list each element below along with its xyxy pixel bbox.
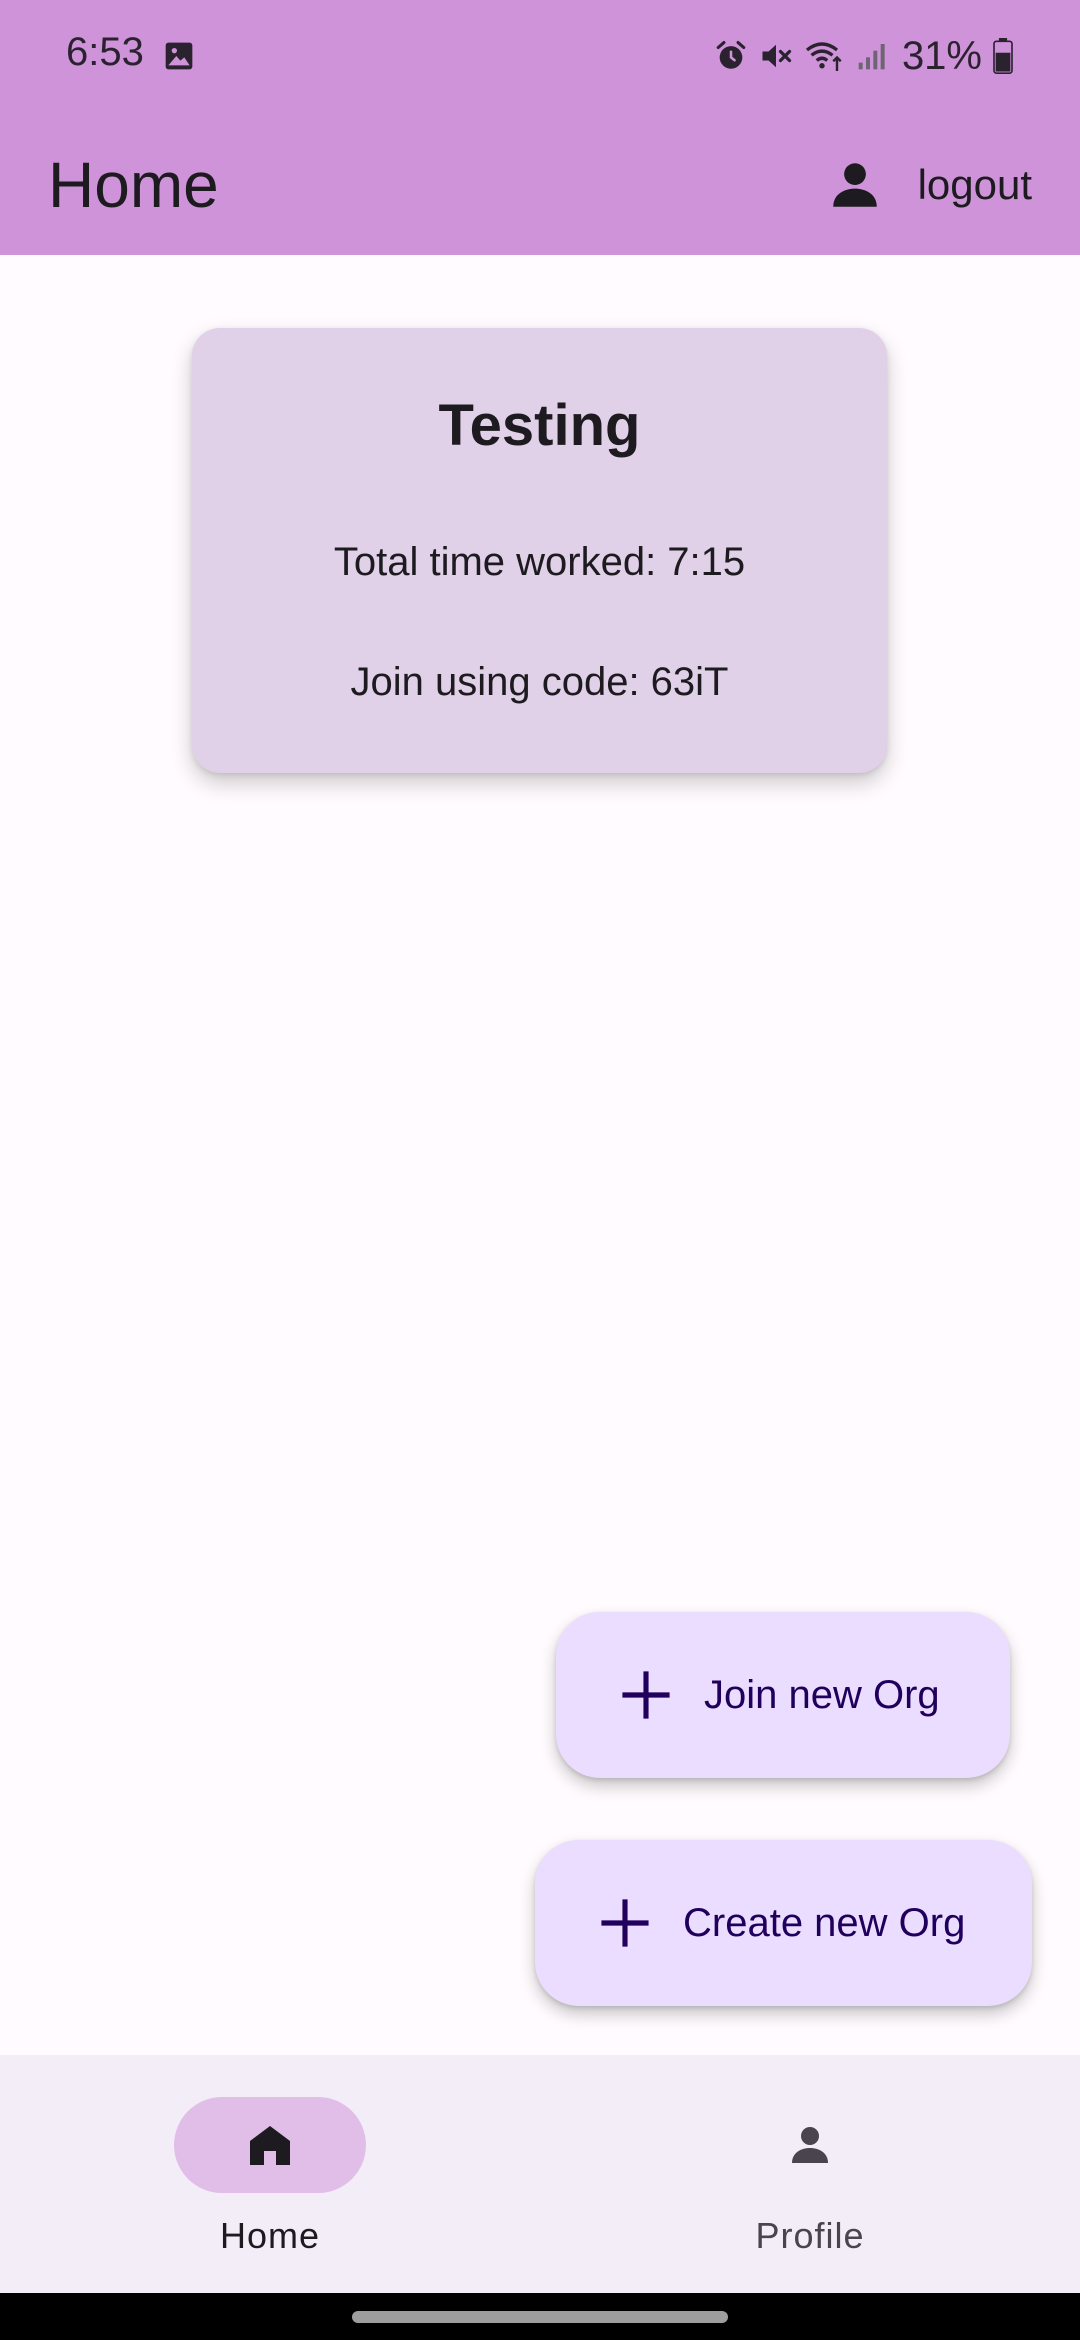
nav-label-home: Home — [219, 2215, 321, 2256]
join-new-org-button[interactable]: Join new Org — [556, 1612, 1010, 1778]
mute-icon — [762, 44, 792, 68]
person-icon — [792, 2127, 828, 2163]
nav-item-profile[interactable]: Profile — [660, 2097, 960, 2257]
status-bar: 6:53 31% — [0, 0, 1080, 115]
join-code: Join using code: 63iT — [350, 660, 729, 704]
nav-item-home[interactable]: Home — [120, 2097, 420, 2257]
person-icon — [832, 163, 877, 207]
battery-icon — [993, 38, 1013, 74]
create-new-org-button[interactable]: Create new Org — [535, 1840, 1032, 2006]
signal-icon — [858, 44, 885, 70]
plus-icon — [622, 1671, 670, 1719]
image-icon — [165, 42, 193, 70]
logout-button[interactable]: logout — [826, 137, 1032, 233]
page-title: Home — [48, 149, 219, 221]
create-new-org-label: Create new Org — [683, 1900, 966, 1945]
home-icon — [250, 2126, 290, 2165]
org-card[interactable]: Testing Total time worked: 7:15 Join usi… — [192, 328, 887, 773]
join-new-org-label: Join new Org — [704, 1672, 940, 1717]
plus-icon — [601, 1899, 649, 1947]
bottom-navigation: Home Profile — [0, 2055, 1080, 2293]
alarm-icon — [716, 40, 746, 69]
status-icons: 31% — [714, 30, 1014, 82]
org-name: Testing — [438, 393, 641, 458]
top-bar: 6:53 31% Home logout — [0, 0, 1080, 255]
status-time: 6:53 — [66, 30, 144, 74]
gesture-handle[interactable] — [352, 2311, 728, 2323]
wifi-icon — [805, 42, 842, 71]
logout-label: logout — [917, 161, 1032, 208]
total-time-worked: Total time worked: 7:15 — [333, 540, 746, 584]
nav-label-profile: Profile — [755, 2215, 865, 2256]
battery-percentage: 31% — [901, 33, 982, 78]
app-bar: Home logout — [0, 115, 1080, 255]
system-navigation-bar — [0, 2293, 1080, 2340]
